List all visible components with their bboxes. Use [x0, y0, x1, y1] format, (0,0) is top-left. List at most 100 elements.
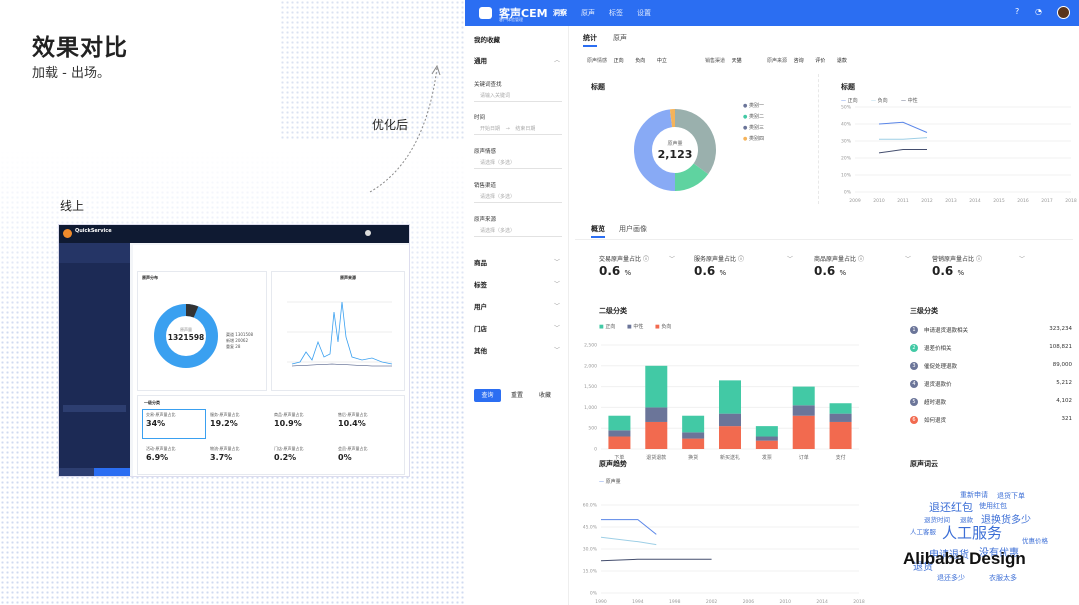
chevron-down-icon[interactable]: ﹀	[554, 257, 560, 266]
legend-dot-icon: ●	[743, 103, 748, 109]
filter-value[interactable]: 负向	[635, 58, 645, 64]
chevron-down-icon[interactable]: ﹀	[554, 279, 560, 288]
sidebar-general[interactable]: 通用	[474, 55, 487, 65]
chevron-down-icon[interactable]: ﹀	[554, 301, 560, 310]
sidebar-group-stores[interactable]: 门店	[474, 323, 487, 333]
sentiment-select[interactable]: 请选择（多选）	[474, 158, 562, 169]
bell-icon[interactable]: ◔	[1035, 7, 1042, 16]
stat-value: 0.6 %	[694, 264, 727, 278]
x-tick-label: 订单	[799, 454, 809, 461]
sidebar-favorites[interactable]: 我的收藏	[474, 34, 500, 44]
x-tick-label: 2002	[706, 599, 718, 605]
nav-voice[interactable]: 原声	[581, 8, 595, 18]
rank-badge: 4	[910, 380, 918, 388]
help-icon[interactable]: ?	[1015, 7, 1019, 16]
filter-sidebar: 我的收藏 通用 ︿ 关键词查找 请输入关键词 时间 开始日期 → 结束日期 原声…	[465, 26, 569, 605]
old-stat-label: 会员-原声量占比	[338, 446, 368, 451]
nav-tags[interactable]: 标签	[609, 8, 623, 18]
old-reset-button[interactable]	[59, 468, 94, 476]
old-stat-value: 10.9%	[274, 419, 302, 428]
keyword-label: 关键词查找	[474, 82, 502, 88]
subtab-persona[interactable]: 用户画像	[619, 224, 647, 234]
bar-segment	[608, 415, 631, 431]
rank-badge: 3	[910, 362, 918, 370]
tab-voice[interactable]: 原声	[613, 33, 627, 43]
filter-sentiment[interactable]: 原声情感 正向 负向 中立	[587, 57, 667, 64]
bar-segment	[755, 436, 778, 441]
x-tick-label: 2018	[853, 599, 865, 605]
avatar[interactable]	[1057, 6, 1070, 19]
chevron-down-icon[interactable]: ﹀	[1019, 254, 1071, 263]
sidebar-group-goods[interactable]: 商品	[474, 257, 487, 267]
bar-segment	[719, 426, 741, 449]
bar-segment	[829, 403, 852, 414]
nav-insight[interactable]: 洞察	[553, 8, 567, 18]
app-brand-sub: 客户体验管理	[499, 17, 523, 22]
x-tick-label: 2010	[780, 599, 792, 605]
donut-legend-item: ● 类别四	[743, 136, 764, 142]
bar-segment	[608, 436, 631, 449]
level3-row[interactable]: 5 超时退款 4,102	[910, 398, 1076, 408]
favorite-button[interactable]: 收藏	[533, 389, 557, 402]
filter-channel[interactable]: 销售渠道 天猫	[705, 57, 742, 64]
filter-value[interactable]: 咨询	[794, 58, 804, 64]
trend-title: 原声趋势	[599, 460, 627, 468]
y-tick-label: 30.0%	[583, 547, 598, 553]
keyword-input[interactable]: 请输入关键词	[474, 91, 562, 102]
channel-select[interactable]: 请选择（多选）	[474, 192, 562, 203]
old-stats-card: 一级分类 交易-原声量占比 34% 服务-原声量占比 19.2% 商品-原声量占…	[137, 395, 405, 475]
legend-dot-icon: ●	[743, 125, 748, 131]
x-tick-label: 2014	[969, 198, 981, 204]
filter-value[interactable]: 正向	[614, 58, 624, 64]
x-tick-label: 2015	[993, 198, 1005, 204]
old-donut-card: 原声分布 原声量 1321598 渠道 1301508 新增 20062 重复 …	[137, 271, 267, 391]
tab-stats[interactable]: 统计	[583, 33, 597, 43]
wordcloud-title: 原声词云	[910, 460, 938, 468]
subtab-overview[interactable]: 概览	[591, 224, 605, 234]
old-brand: QuickService	[75, 228, 112, 234]
source-select[interactable]: 请选择（多选）	[474, 226, 562, 237]
level3-name: 申请退货退款相关	[924, 328, 969, 334]
level3-value: 108,821	[1049, 344, 1072, 350]
chevron-down-icon[interactable]: ﹀	[554, 345, 560, 354]
date-range-input[interactable]: 开始日期 → 结束日期	[474, 124, 562, 135]
level3-value: 321	[1061, 416, 1073, 422]
chevron-down-icon[interactable]: ﹀	[554, 323, 560, 332]
level3-row[interactable]: 6 如何退货 321	[910, 416, 1076, 426]
filter-value[interactable]: 天猫	[732, 58, 742, 64]
level3-row[interactable]: 3 催促处理退款 89,000	[910, 362, 1076, 372]
filter-source[interactable]: 原声来源 咨询 评价 退款	[767, 57, 847, 64]
bar-chart: 2,5002,0001,5001,0005000下单 退货退款 换货 新买送礼 发票 订单…	[584, 343, 859, 461]
word: 退还多少	[937, 574, 965, 582]
sidebar-group-other[interactable]: 其他	[474, 345, 487, 355]
sidebar-group-tags[interactable]: 标签	[474, 279, 487, 289]
filter-value[interactable]: 评价	[815, 58, 825, 64]
level3-row[interactable]: 1 申请退货退款相关 323,234	[910, 326, 1076, 336]
old-sidebar-top	[59, 243, 130, 263]
level3-title: 三级分类	[910, 307, 938, 315]
filter-value[interactable]: 中立	[657, 58, 667, 64]
reset-button[interactable]: 重置	[505, 389, 529, 402]
level3-name: 如何退货	[924, 418, 947, 424]
sentiment-label: 原声情感	[474, 149, 497, 155]
bar-segment	[755, 426, 778, 437]
bar-legend-item: ■ 负向	[655, 324, 672, 330]
nav-settings[interactable]: 设置	[637, 8, 651, 18]
filter-value[interactable]: 退款	[837, 58, 847, 64]
bar-legend-item: ■ 中性	[627, 324, 644, 330]
chevron-up-icon[interactable]: ︿	[554, 55, 560, 64]
y-tick-label: 40%	[841, 122, 852, 128]
old-stat-label: 交易-原声量占比	[146, 412, 176, 417]
x-tick-label: 2017	[1041, 198, 1053, 204]
level3-row[interactable]: 4 退货退款价 5,212	[910, 380, 1076, 390]
slide-subtitle: 加载 - 出场。	[32, 66, 110, 81]
query-button[interactable]: 查询	[474, 389, 501, 402]
level3-value: 4,102	[1056, 398, 1072, 404]
old-query-button[interactable]	[94, 468, 130, 476]
level3-row[interactable]: 2 退差价相关 108,821	[910, 344, 1076, 354]
y-tick-label: 1,000	[584, 405, 597, 411]
sidebar-group-users[interactable]: 用户	[474, 301, 487, 311]
word: 人工客服	[910, 528, 936, 536]
old-filter-input[interactable]	[63, 405, 126, 412]
y-tick-label: 1,500	[584, 384, 597, 390]
